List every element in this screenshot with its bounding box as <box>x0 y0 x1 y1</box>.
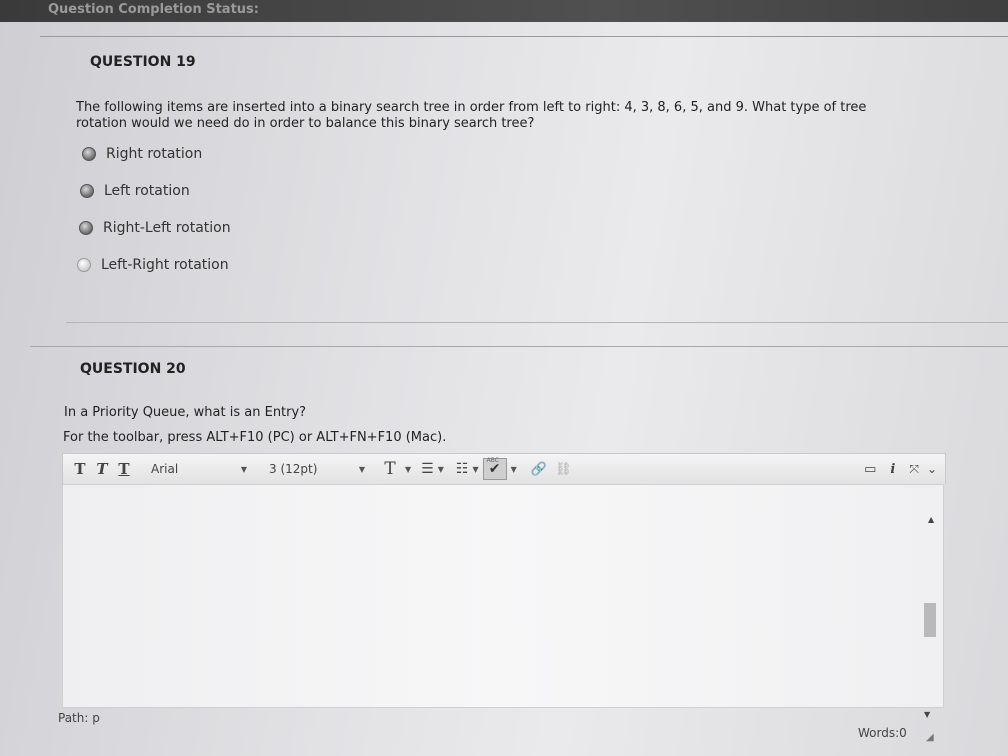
option-label: Left rotation <box>104 183 190 199</box>
question-completion-status[interactable]: Question Completion Status: <box>48 2 259 17</box>
chevron-down-icon[interactable]: ▼ <box>472 465 478 474</box>
resize-handle-icon[interactable]: ◢ <box>926 732 934 743</box>
radio-button[interactable] <box>80 184 94 198</box>
unlink-icon[interactable]: ⛓ <box>555 462 572 477</box>
chevron-down-icon: ▼ <box>240 464 247 474</box>
option-label: Left-Right rotation <box>101 257 229 273</box>
answer-editor[interactable] <box>62 484 944 708</box>
scroll-thumb[interactable] <box>924 603 936 637</box>
option-label: Right rotation <box>106 146 203 162</box>
option-left-right-rotation[interactable]: Left-Right rotation <box>77 257 229 273</box>
fullscreen-icon[interactable]: ⤧ <box>909 462 919 477</box>
text-color-icon[interactable]: T <box>379 459 401 479</box>
option-left-rotation[interactable]: Left rotation <box>80 183 190 199</box>
chevron-down-icon[interactable]: ▼ <box>405 465 411 474</box>
editor-toolbar: T T T Arial ▼ 3 (12pt) ▼ T ▼ ☰ ▼ ☷ ▼ ✔ A… <box>62 453 946 484</box>
question-19-text-line2: rotation would we need do in order to ba… <box>76 116 535 131</box>
divider <box>30 346 1008 347</box>
font-size-select[interactable]: 3 (12pt) ▼ <box>263 458 371 480</box>
option-label: Right-Left rotation <box>103 220 231 236</box>
bold-icon[interactable]: T <box>69 460 91 478</box>
toolbar-hint: For the toolbar, press ALT+F10 (PC) or A… <box>63 430 447 445</box>
question-20-text: In a Priority Queue, what is an Entry? <box>64 405 307 420</box>
scroll-up-icon[interactable]: ▲ <box>928 515 934 524</box>
font-family-select[interactable]: Arial ▼ <box>145 458 253 480</box>
divider <box>66 322 1008 323</box>
radio-button[interactable] <box>79 221 93 235</box>
option-right-rotation[interactable]: Right rotation <box>82 146 202 162</box>
question-20-heading: QUESTION 20 <box>80 361 186 377</box>
chevron-down-icon[interactable]: ▼ <box>438 465 444 474</box>
expand-chevron-icon[interactable]: ⌄ <box>927 462 937 476</box>
underline-icon[interactable]: T <box>113 460 135 478</box>
option-right-left-rotation[interactable]: Right-Left rotation <box>79 220 231 236</box>
word-count: Words:0 <box>858 726 907 740</box>
editor-path: Path: p <box>58 711 100 725</box>
question-19-text-line1: The following items are inserted into a … <box>76 100 867 115</box>
font-family-value: Arial <box>151 462 179 476</box>
top-status-bar: Question Completion Status: <box>0 0 1008 22</box>
numbered-list-icon[interactable]: ☷ <box>456 461 469 477</box>
radio-button[interactable] <box>82 147 96 161</box>
spellcheck-label: ABC <box>486 457 499 464</box>
scroll-down-icon[interactable]: ▼ <box>924 710 930 719</box>
question-19-heading: QUESTION 19 <box>90 54 196 70</box>
divider <box>40 36 1008 37</box>
radio-button[interactable] <box>77 258 91 272</box>
chevron-down-icon: ▼ <box>358 464 365 474</box>
chevron-down-icon[interactable]: ▼ <box>511 465 517 474</box>
italic-icon[interactable]: T <box>91 460 113 478</box>
preview-icon[interactable]: ▭ <box>864 462 876 477</box>
font-size-value: 3 (12pt) <box>269 462 318 476</box>
link-icon[interactable]: 🔗 <box>531 462 547 477</box>
bullet-list-icon[interactable]: ☰ <box>421 461 434 477</box>
info-icon[interactable]: i <box>890 462 895 477</box>
spellcheck-icon[interactable]: ✔ ABC <box>482 457 507 480</box>
